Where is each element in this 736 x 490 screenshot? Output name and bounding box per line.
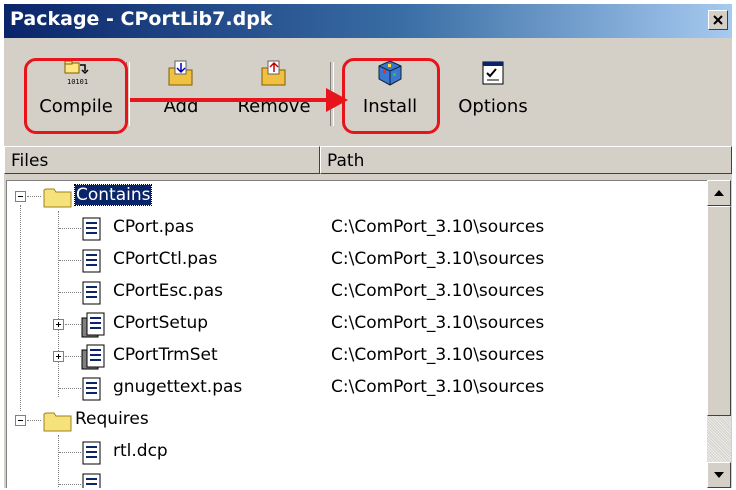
tree-line	[65, 324, 81, 325]
remove-button[interactable]: Remove	[224, 52, 324, 134]
toolbar: 10101 Compile Add Remove Install Options	[4, 38, 732, 142]
annotation-arrow-line	[130, 98, 340, 102]
collapse-icon[interactable]	[15, 191, 26, 202]
vertical-scrollbar[interactable]	[707, 180, 731, 488]
tree-line	[59, 228, 81, 229]
tree-row-file[interactable]: gnugettext.pas C:\ComPort_3.10\sources	[7, 373, 707, 405]
scroll-thumb[interactable]	[707, 206, 731, 416]
tree-line	[59, 388, 81, 389]
tree-line	[59, 452, 81, 453]
file-name: CPortCtl.pas	[113, 249, 218, 269]
file-name: CPortEsc.pas	[113, 281, 223, 301]
file-path: C:\ComPort_3.10\sources	[331, 217, 545, 237]
tree-line	[27, 196, 41, 197]
column-headers: Files Path	[4, 146, 732, 176]
arrow-down-icon	[714, 472, 724, 478]
remove-icon	[261, 60, 286, 86]
pas-file-icon	[82, 217, 101, 241]
tree-row-contains[interactable]: Contains	[7, 181, 707, 213]
tree-row-file[interactable]: CPortCtl.pas C:\ComPort_3.10\sources	[7, 245, 707, 277]
file-path: C:\ComPort_3.10\sources	[331, 281, 545, 301]
folder-icon	[43, 412, 72, 432]
tree-line	[59, 484, 81, 485]
options-label: Options	[458, 96, 528, 117]
tree-line	[59, 260, 81, 261]
column-header-files[interactable]: Files	[4, 146, 320, 174]
requires-label: Requires	[75, 409, 149, 429]
close-button[interactable]	[708, 10, 728, 30]
tree-row-file[interactable]: CPort.pas C:\ComPort_3.10\sources	[7, 213, 707, 245]
tree-row-file[interactable]: rtl.dcp	[7, 437, 707, 469]
tree-row-file[interactable]: CPortEsc.pas C:\ComPort_3.10\sources	[7, 277, 707, 309]
install-highlight	[342, 58, 440, 134]
tree-row-unit[interactable]: CPortSetup C:\ComPort_3.10\sources	[7, 309, 707, 341]
arrow-up-icon	[714, 190, 724, 196]
add-icon	[168, 60, 193, 86]
dcp-file-icon	[82, 473, 101, 488]
tree-line	[59, 292, 81, 293]
file-path: C:\ComPort_3.10\sources	[331, 345, 545, 365]
package-window: Package - CPortLib7.dpk 10101 Compile Ad…	[4, 4, 732, 488]
window-title: Package - CPortLib7.dpk	[10, 8, 273, 30]
file-path: C:\ComPort_3.10\sources	[331, 249, 545, 269]
pas-file-icon	[82, 249, 101, 273]
pas-file-icon	[82, 281, 101, 305]
tree-row-unit[interactable]: CPortTrmSet C:\ComPort_3.10\sources	[7, 341, 707, 373]
pas-file-icon	[82, 377, 101, 401]
file-path: C:\ComPort_3.10\sources	[331, 377, 545, 397]
collapse-icon[interactable]	[15, 415, 26, 426]
contains-label: Contains	[73, 184, 153, 206]
add-button[interactable]: Add	[146, 52, 216, 134]
file-name: CPortSetup	[113, 313, 209, 333]
tree-line	[27, 420, 41, 421]
tree-row-file[interactable]	[7, 469, 707, 488]
tree-row-requires[interactable]: Requires	[7, 405, 707, 437]
expand-icon[interactable]	[53, 319, 64, 330]
compile-highlight	[24, 58, 128, 134]
close-icon	[713, 15, 723, 25]
file-tree[interactable]: Contains CPort.pas C:\ComPort_3.10\sourc…	[6, 180, 707, 488]
file-path: C:\ComPort_3.10\sources	[331, 313, 545, 333]
folder-icon	[43, 188, 72, 208]
options-button[interactable]: Options	[448, 52, 538, 134]
dcp-file-icon	[82, 441, 101, 465]
file-name: rtl.dcp	[113, 441, 168, 461]
title-bar[interactable]: Package - CPortLib7.dpk	[4, 4, 732, 38]
column-header-path[interactable]: Path	[320, 146, 732, 174]
annotation-arrow-head	[326, 88, 348, 112]
expand-icon[interactable]	[53, 351, 64, 362]
file-name: CPort.pas	[113, 217, 195, 237]
scroll-down-button[interactable]	[707, 462, 731, 488]
scroll-up-button[interactable]	[707, 180, 731, 206]
file-name: CPortTrmSet	[113, 345, 218, 365]
form-unit-icon	[81, 344, 105, 370]
file-name: gnugettext.pas	[113, 377, 243, 397]
form-unit-icon	[81, 312, 105, 338]
options-icon	[482, 61, 504, 85]
tree-line	[65, 356, 81, 357]
